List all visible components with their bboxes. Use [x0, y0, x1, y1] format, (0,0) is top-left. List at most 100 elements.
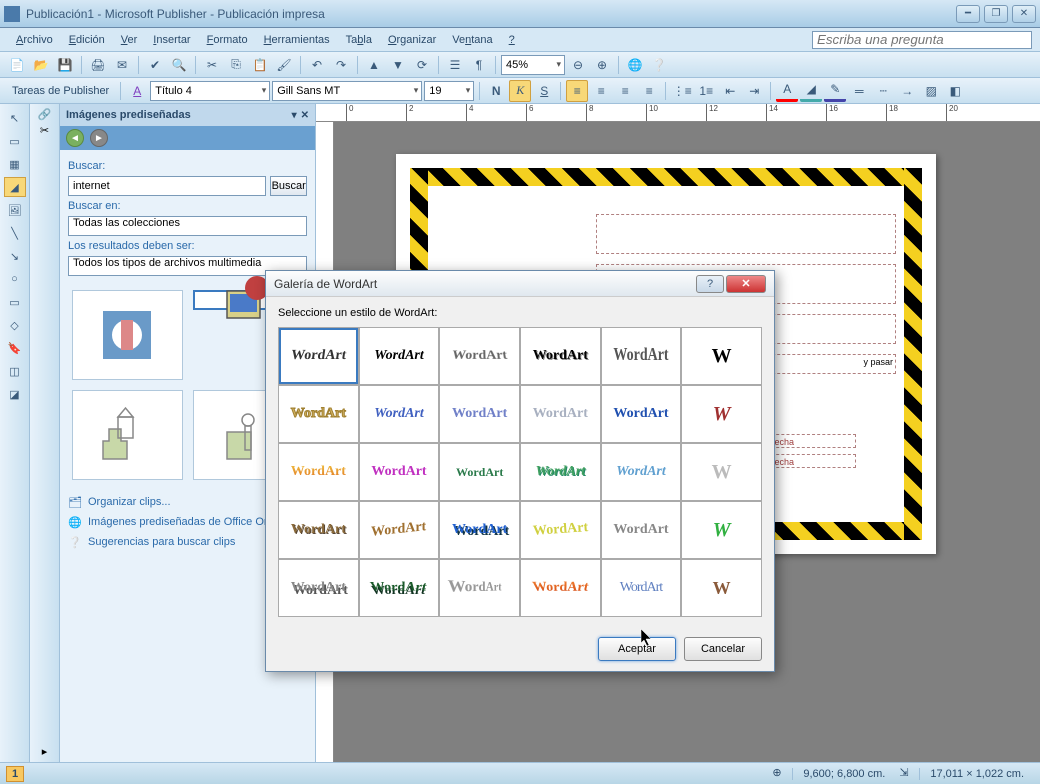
increase-indent-button[interactable]: ⇥ [743, 80, 765, 102]
research-button[interactable]: 🔍 [168, 54, 190, 76]
searchin-combo[interactable]: Todas las colecciones [68, 216, 307, 236]
wordart-style-15[interactable]: WordArt [440, 444, 519, 500]
font-color-button[interactable]: A [776, 80, 798, 102]
send-back-button[interactable]: ▼ [387, 54, 409, 76]
dialog-close-button[interactable]: ✕ [726, 275, 766, 293]
format-painter-button[interactable]: 🖌 [273, 54, 295, 76]
menu-herramientas[interactable]: Herramientas [256, 32, 338, 48]
font-combo[interactable]: Gill Sans MT [272, 81, 422, 101]
dash-style-button[interactable]: ┄ [872, 80, 894, 102]
wordart-style-21[interactable]: WordArt [440, 502, 519, 558]
align-center-button[interactable]: ≡ [590, 80, 612, 102]
menu-archivo[interactable]: Archivo [8, 32, 61, 48]
page-indicator[interactable]: 1 [6, 766, 24, 782]
item-tool[interactable]: ◪ [4, 384, 26, 404]
wordart-style-11[interactable]: WordArt [602, 386, 681, 442]
save-button[interactable]: 💾 [54, 54, 76, 76]
wordart-style-2[interactable]: WordArt [360, 328, 439, 384]
wordart-style-22[interactable]: WordArt [521, 502, 600, 558]
connect-text-icon[interactable]: 🔗 [38, 108, 52, 121]
menu-help[interactable]: ? [501, 32, 523, 48]
zoom-in-button[interactable]: ⊕ [591, 54, 613, 76]
bold-button[interactable]: N [485, 80, 507, 102]
wordart-style-27[interactable]: WordArt [440, 560, 519, 616]
wordart-style-18[interactable]: W [682, 444, 761, 500]
style-combo[interactable]: Título 4 [150, 81, 270, 101]
open-button[interactable]: 📂 [30, 54, 52, 76]
textbox-1[interactable] [596, 214, 896, 254]
expand-icon[interactable]: ▸ [42, 745, 48, 758]
wordart-style-4[interactable]: WordArt [521, 328, 600, 384]
bookmark-tool[interactable]: 🔖 [4, 338, 26, 358]
dialog-cancel-button[interactable]: Cancelar [684, 637, 762, 661]
redo-button[interactable]: ↷ [330, 54, 352, 76]
bring-front-button[interactable]: ▲ [363, 54, 385, 76]
clipart-thumb-3[interactable] [72, 390, 183, 480]
zoom-out-button[interactable]: ⊖ [567, 54, 589, 76]
wordart-style-30[interactable]: W [682, 560, 761, 616]
wordart-style-19[interactable]: WordArt [279, 502, 358, 558]
menu-insertar[interactable]: Insertar [145, 32, 198, 48]
wordart-style-5[interactable]: WordArt [602, 328, 681, 384]
align-left-button[interactable]: ≡ [566, 80, 588, 102]
design-gallery-tool[interactable]: ◫ [4, 361, 26, 381]
table-tool[interactable]: ▦ [4, 154, 26, 174]
select-tool[interactable]: ↖ [4, 108, 26, 128]
line-color-button[interactable]: ✎ [824, 80, 846, 102]
wordart-style-7[interactable]: WordArt [279, 386, 358, 442]
taskpane-forward-button[interactable]: ► [90, 129, 108, 147]
arrow-style-button[interactable]: → [896, 80, 918, 102]
menu-formato[interactable]: Formato [199, 32, 256, 48]
italic-button[interactable]: K [509, 80, 531, 102]
wordart-style-12[interactable]: W [682, 386, 761, 442]
align-right-button[interactable]: ≡ [614, 80, 636, 102]
minimize-button[interactable]: ━ [956, 5, 980, 23]
menu-tabla[interactable]: Tabla [338, 32, 380, 48]
wordart-style-26[interactable]: WordArt [360, 560, 439, 616]
font-size-combo[interactable]: 19 [424, 81, 474, 101]
styles-icon[interactable]: A [126, 80, 148, 102]
ask-a-question-input[interactable] [812, 31, 1032, 49]
email-button[interactable]: ✉ [111, 54, 133, 76]
wordart-style-23[interactable]: WordArt [602, 502, 681, 558]
clipart-thumb-1[interactable] [72, 290, 183, 380]
line-style-button[interactable]: ═ [848, 80, 870, 102]
taskpane-back-button[interactable]: ◄ [66, 129, 84, 147]
print-button[interactable]: 🖨 [87, 54, 109, 76]
close-button[interactable]: ✕ [1012, 5, 1036, 23]
wordart-style-1[interactable]: WordArt [279, 328, 358, 384]
wordart-style-8[interactable]: WordArt [360, 386, 439, 442]
wordart-tool[interactable]: ◢ [4, 177, 26, 197]
wordart-style-28[interactable]: WordArt [521, 560, 600, 616]
wordart-style-20[interactable]: WordArt [360, 502, 439, 558]
line-tool[interactable]: ╲ [4, 223, 26, 243]
wordart-style-13[interactable]: WordArt [279, 444, 358, 500]
wordart-style-14[interactable]: WordArt [360, 444, 439, 500]
break-link-icon[interactable]: ✂ [40, 124, 49, 137]
wordart-style-25[interactable]: WordArt [279, 560, 358, 616]
textbox-fecha-2[interactable]: Fecha [766, 454, 856, 468]
taskpane-dropdown-icon[interactable]: ▾ [292, 110, 297, 121]
columns-button[interactable]: ☰ [444, 54, 466, 76]
copy-button[interactable]: ⎘ [225, 54, 247, 76]
numbering-button[interactable]: 1≡ [695, 80, 717, 102]
search-button[interactable]: Buscar [270, 176, 307, 196]
dialog-help-button[interactable]: ? [696, 275, 724, 293]
maximize-button[interactable]: ❐ [984, 5, 1008, 23]
decrease-indent-button[interactable]: ⇤ [719, 80, 741, 102]
new-button[interactable]: 📄 [6, 54, 28, 76]
arrow-tool[interactable]: ↘ [4, 246, 26, 266]
taskpane-close-icon[interactable]: ✕ [301, 110, 309, 121]
wordart-style-24[interactable]: W [682, 502, 761, 558]
search-input[interactable] [68, 176, 266, 196]
wordart-style-9[interactable]: WordArt [440, 386, 519, 442]
bullets-button[interactable]: ⋮≡ [671, 80, 693, 102]
help-button[interactable]: ❔ [648, 54, 670, 76]
rotate-button[interactable]: ⟳ [411, 54, 433, 76]
wordart-style-29[interactable]: WordArt [602, 560, 681, 616]
picture-tool[interactable]: 🖼 [4, 200, 26, 220]
paste-button[interactable]: 📋 [249, 54, 271, 76]
rectangle-tool[interactable]: ▭ [4, 292, 26, 312]
undo-button[interactable]: ↶ [306, 54, 328, 76]
dialog-ok-button[interactable]: Aceptar [598, 637, 676, 661]
